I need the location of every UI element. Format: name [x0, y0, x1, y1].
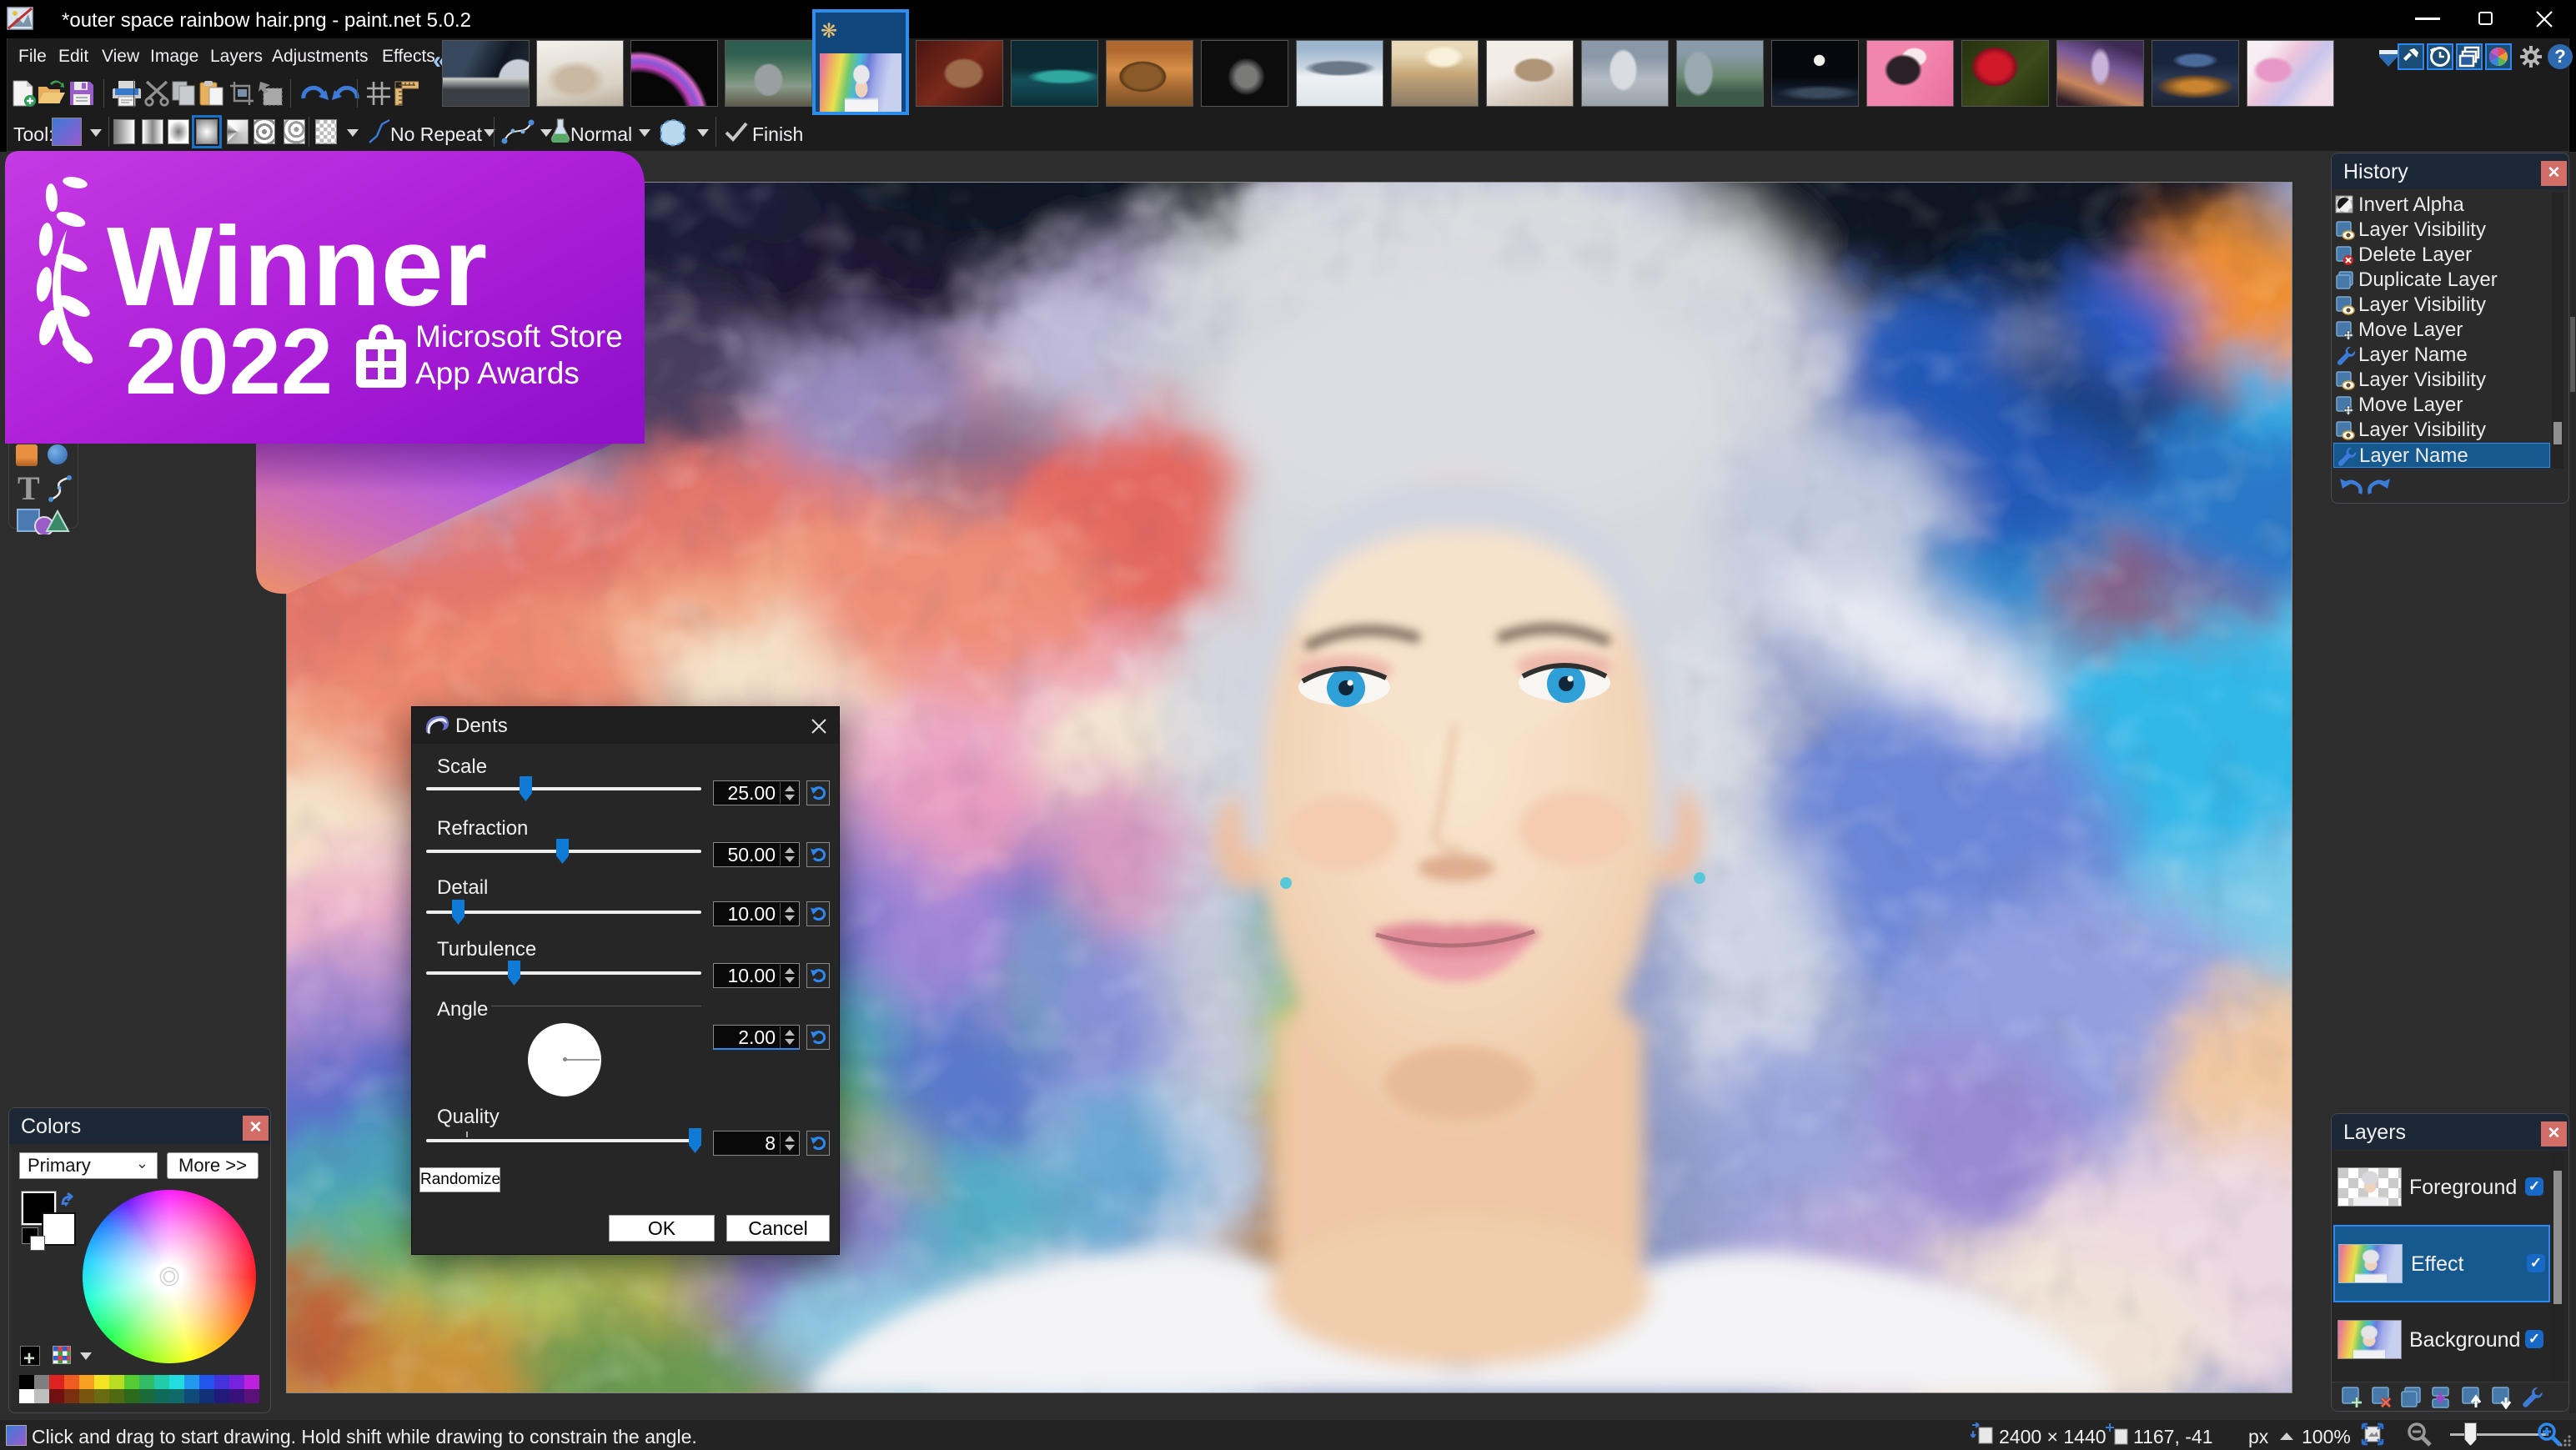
svg-text:2022: 2022 [125, 309, 333, 414]
svg-text:Microsoft Store: Microsoft Store [415, 319, 623, 354]
svg-text:App Awards: App Awards [415, 356, 580, 390]
